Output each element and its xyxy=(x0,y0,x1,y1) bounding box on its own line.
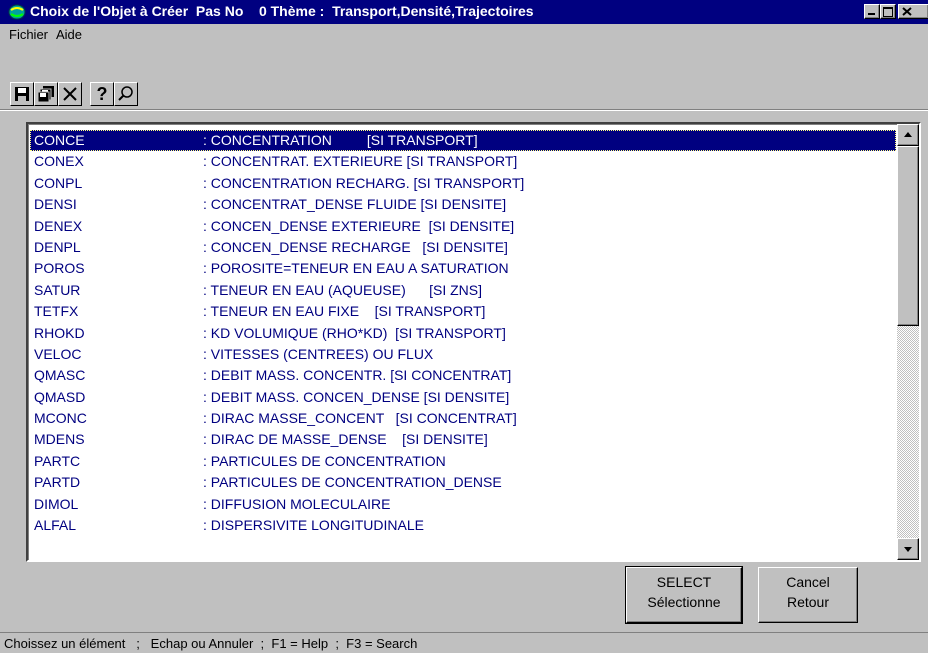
list-item-description: : POROSITE=TENEUR EN EAU A SATURATION xyxy=(203,260,509,277)
cancel-button-sublabel: Retour xyxy=(786,594,830,610)
maximize-icon xyxy=(883,7,893,17)
list-item[interactable]: POROS : POROSITE=TENEUR EN EAU A SATURATI… xyxy=(30,258,896,279)
list-item-description: : CONCENTRATION RECHARG. [SI TRANSPORT] xyxy=(203,174,525,191)
list-item[interactable]: VELOC : VITESSES (CENTREES) OU FLUX xyxy=(30,344,896,365)
delete-button[interactable] xyxy=(58,82,82,106)
cancel-button[interactable]: Cancel Retour xyxy=(758,567,858,623)
status-bar: Choissez un élément ; Echap ou Annuler ;… xyxy=(0,632,928,653)
list-item-code: DENSI xyxy=(34,196,77,213)
object-list-rows: CONCE : CONCENTRATION [SI TRANSPORT] CONEX… xyxy=(30,130,896,536)
list-item-description: : TENEUR EN EAU (AQUEUSE) [SI ZNS] xyxy=(203,281,483,298)
list-item-description: : DEBIT MASS. CONCEN_DENSE [SI DENSITE] xyxy=(203,388,510,405)
list-item[interactable]: CONCE : CONCENTRATION [SI TRANSPORT] xyxy=(30,130,896,152)
maximize-button[interactable] xyxy=(880,4,896,19)
help-button[interactable]: ? xyxy=(90,82,114,106)
list-item[interactable]: TETFX : TENEUR EN EAU FIXE [SI TRANSPORT] xyxy=(30,301,896,322)
scroll-thumb[interactable] xyxy=(897,146,919,326)
list-item[interactable]: QMASC : DEBIT MASS. CONCENTR. [SI CONCENT… xyxy=(30,365,896,386)
close-button[interactable] xyxy=(898,4,928,19)
list-item-description: : TENEUR EN EAU FIXE [SI TRANSPORT] xyxy=(203,303,486,320)
main-window: Choix de l'Objet à Créer Pas No 0 Thème … xyxy=(0,0,928,653)
list-item[interactable]: DENPL : CONCEN_DENSE RECHARGE [SI DENSITE… xyxy=(30,237,896,258)
list-item[interactable]: DIMOL : DIFFUSION MOLECULAIRE xyxy=(30,494,896,515)
menu-aide[interactable]: Aide xyxy=(56,27,82,42)
close-icon xyxy=(902,7,912,16)
list-item-code: TETFX xyxy=(34,303,79,320)
toolbar: ? xyxy=(0,76,928,110)
minimize-icon xyxy=(868,13,875,15)
save-all-button[interactable] xyxy=(34,82,58,106)
list-item-code: CONCE xyxy=(34,132,85,148)
list-item[interactable]: SATUR : TENEUR EN EAU (AQUEUSE) [SI ZNS] xyxy=(30,280,896,301)
list-item[interactable]: RHOKD : KD VOLUMIQUE (RHO*KD) [SI TRANSPO… xyxy=(30,323,896,344)
list-item-description: : VITESSES (CENTREES) OU FLUX xyxy=(203,345,434,362)
list-item-description: : CONCENTRAT. EXTERIEURE [SI TRANSPORT] xyxy=(203,153,518,170)
list-item-description: : DISPERSIVITE LONGITUDINALE xyxy=(203,517,424,534)
list-item[interactable]: QMASD : DEBIT MASS. CONCEN_DENSE [SI DENS… xyxy=(30,387,896,408)
list-item[interactable]: DENSI : CONCENTRAT_DENSE FLUIDE [SI DENSI… xyxy=(30,194,896,215)
select-button-label: SELECT xyxy=(656,574,712,590)
list-item-code: PARTD xyxy=(34,474,81,491)
list-item-code: SATUR xyxy=(34,281,81,298)
list-item-code: POROS xyxy=(34,260,85,277)
magnifier-search-icon xyxy=(118,86,133,101)
list-item-code: ALFAL xyxy=(34,517,77,534)
list-item-code: DENPL xyxy=(34,238,81,255)
status-text: Choissez un élément ; Echap ou Annuler ;… xyxy=(4,636,418,651)
list-item[interactable]: CONPL : CONCENTRATION RECHARG. [SI TRANSP… xyxy=(30,173,896,194)
list-item[interactable]: CONEX : CONCENTRAT. EXTERIEURE [SI TRANSP… xyxy=(30,151,896,172)
vertical-scrollbar[interactable] xyxy=(897,124,919,560)
list-item[interactable]: PARTD : PARTICULES DE CONCENTRATION_DENSE xyxy=(30,472,896,493)
list-item-code: QMASD xyxy=(34,388,86,405)
list-item-description: : DIFFUSION MOLECULAIRE xyxy=(203,495,391,512)
scroll-down-button[interactable] xyxy=(897,538,919,560)
list-item-code: DIMOL xyxy=(34,495,79,512)
object-list[interactable]: CONCE : CONCENTRATION [SI TRANSPORT] CONEX… xyxy=(26,122,921,562)
list-item-description: : CONCEN_DENSE RECHARGE [SI DENSITE] xyxy=(203,238,508,255)
minimize-button[interactable] xyxy=(864,4,880,19)
list-item-code: MCONC xyxy=(34,410,87,427)
list-item-description: : PARTICULES DE CONCENTRATION xyxy=(203,452,446,469)
list-item-description: : CONCENTRAT_DENSE FLUIDE [SI DENSITE] xyxy=(203,196,507,213)
list-item-code: CONEX xyxy=(34,153,84,170)
menu-bar: Fichier Aide xyxy=(0,24,928,46)
arrow-down-icon xyxy=(904,547,912,552)
window-title: Choix de l'Objet à Créer Pas No 0 Thème … xyxy=(30,3,534,19)
floppy-disk-icon xyxy=(15,87,29,101)
toolbar-divider xyxy=(0,109,928,111)
list-item-code: PARTC xyxy=(34,452,81,469)
list-item-code: DENEX xyxy=(34,217,83,234)
save-button[interactable] xyxy=(10,82,34,106)
app-icon[interactable] xyxy=(8,4,26,20)
list-item[interactable]: ALFAL : DISPERSIVITE LONGITUDINALE xyxy=(30,515,896,536)
select-button-sublabel: Sélectionne xyxy=(647,594,721,610)
list-item-description: : CONCENTRATION [SI TRANSPORT] xyxy=(203,132,478,148)
scroll-up-button[interactable] xyxy=(897,124,919,146)
delete-x-icon xyxy=(63,87,77,101)
list-item[interactable]: PARTC : PARTICULES DE CONCENTRATION xyxy=(30,451,896,472)
title-bar[interactable]: Choix de l'Objet à Créer Pas No 0 Thème … xyxy=(0,0,928,24)
list-item-code: RHOKD xyxy=(34,324,85,341)
list-item[interactable]: MCONC : DIRAC MASSE_CONCENT [SI CONCENTRA… xyxy=(30,408,896,429)
list-item-description: : CONCEN_DENSE EXTERIEURE [SI DENSITE] xyxy=(203,217,515,234)
list-item-description: : PARTICULES DE CONCENTRATION_DENSE xyxy=(203,474,502,491)
list-item-description: : DEBIT MASS. CONCENTR. [SI CONCENTRAT] xyxy=(203,367,512,384)
list-item[interactable]: DENEX : CONCEN_DENSE EXTERIEURE [SI DENSI… xyxy=(30,216,896,237)
arrow-up-icon xyxy=(904,132,912,137)
list-item-code: CONPL xyxy=(34,174,83,191)
list-item-description: : KD VOLUMIQUE (RHO*KD) [SI TRANSPORT] xyxy=(203,324,506,341)
select-button[interactable]: SELECT Sélectionne xyxy=(625,566,743,624)
help-question-icon: ? xyxy=(96,83,108,104)
menu-fichier[interactable]: Fichier xyxy=(9,27,48,42)
multiple-disks-icon xyxy=(37,86,54,103)
list-item[interactable]: MDENS : DIRAC DE MASSE_DENSE [SI DENSITE] xyxy=(30,429,896,450)
list-item-description: : DIRAC MASSE_CONCENT [SI CONCENTRAT] xyxy=(203,410,517,427)
list-item-code: MDENS xyxy=(34,431,85,448)
list-item-description: : DIRAC DE MASSE_DENSE [SI DENSITE] xyxy=(203,431,488,448)
list-item-code: VELOC xyxy=(34,345,82,362)
list-item-code: QMASC xyxy=(34,367,86,384)
cancel-button-label: Cancel xyxy=(786,574,830,590)
search-button[interactable] xyxy=(114,82,138,106)
